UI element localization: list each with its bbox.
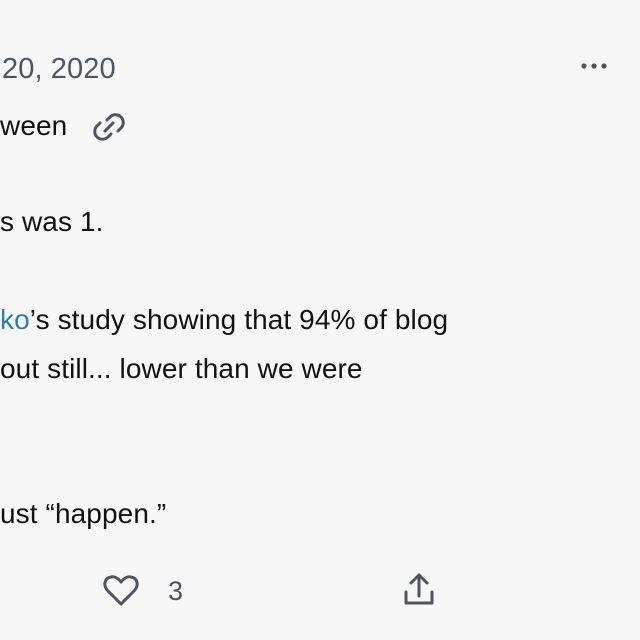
- share-icon: [404, 573, 434, 605]
- post-text-line-5: ust “happen.”: [0, 498, 167, 529]
- post-text-line-3-rest: ’s study showing that 94% of blog: [29, 304, 449, 335]
- post-text-line-1: ween: [0, 109, 67, 143]
- post-text-fragment-ween: ween: [0, 110, 68, 141]
- like-count: 3: [168, 576, 184, 606]
- link-icon: [93, 113, 125, 141]
- inline-link-button[interactable]: [90, 108, 128, 146]
- post-text-line-4: out still... lower than we were: [0, 353, 363, 384]
- post-card: 20, 2020 ween s was 1. ko’s study showin…: [0, 0, 640, 640]
- post-date: 20, 2020: [2, 53, 116, 85]
- more-options-button[interactable]: [578, 54, 612, 78]
- more-horizontal-icon: [581, 63, 607, 69]
- share-button[interactable]: [398, 568, 440, 610]
- mention-link[interactable]: ko: [0, 304, 30, 335]
- post-text-line-3: ko’s study showing that 94% of blog: [0, 303, 448, 337]
- post-text-line-2: s was 1.: [0, 206, 104, 237]
- heart-icon: [103, 575, 139, 606]
- like-button[interactable]: [101, 570, 141, 610]
